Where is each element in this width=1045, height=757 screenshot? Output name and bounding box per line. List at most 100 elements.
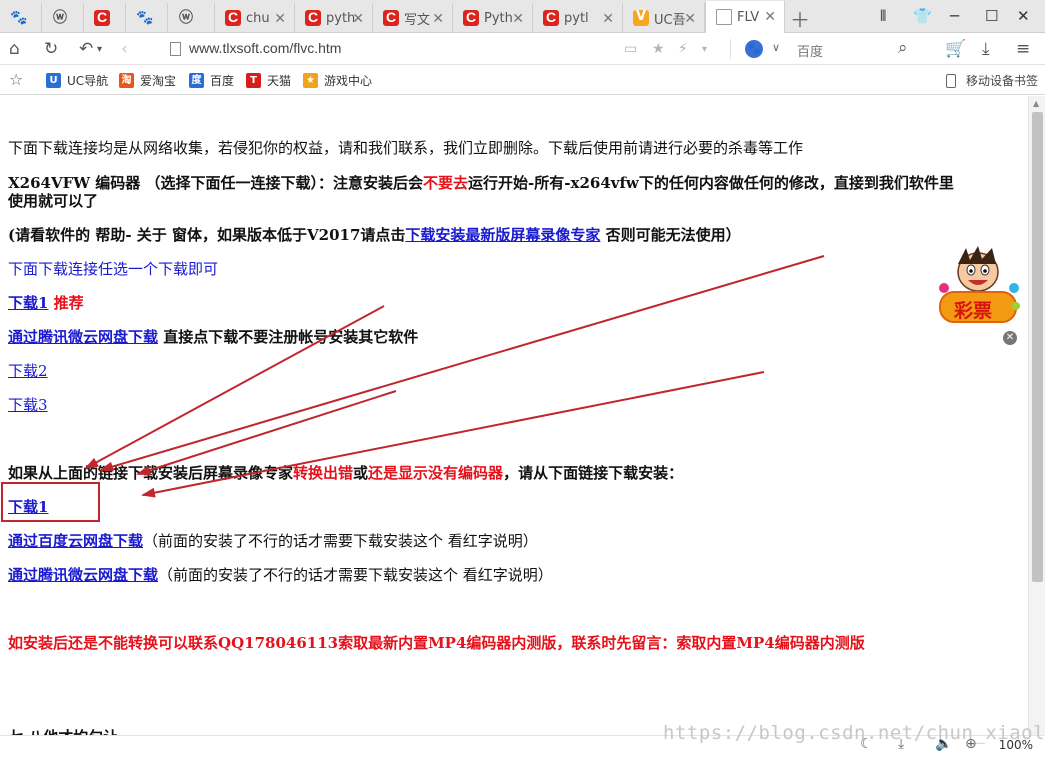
tab-12-active[interactable]: FLV ✕ (705, 1, 785, 33)
csdn-icon (94, 9, 110, 26)
speaker-icon[interactable]: 🔈 (935, 736, 952, 752)
scroll-up-icon[interactable]: ▲ (1033, 99, 1039, 108)
close-icon[interactable]: ✕ (684, 11, 696, 27)
lottery-ad[interactable]: 彩票 (936, 244, 1020, 326)
undo-icon[interactable]: ↶ (79, 39, 93, 59)
vertical-scrollbar[interactable]: ▲ (1028, 96, 1045, 736)
lightning-icon[interactable]: ⚡ (678, 41, 688, 57)
zoom-level[interactable]: 100% (999, 738, 1033, 752)
mobile-bookmarks-button[interactable]: 移动设备书签 (945, 72, 1038, 89)
minimize-button[interactable]: ─ (950, 7, 959, 25)
star-icon[interactable]: ★ (652, 41, 665, 57)
encoder-intro-cont: 使用就可以了 (8, 192, 99, 210)
page-icon (716, 9, 732, 25)
tab-label: chu (246, 10, 270, 26)
close-icon[interactable]: ✕ (432, 11, 444, 27)
bookmark-label: 天猫 (267, 74, 292, 88)
close-icon[interactable]: ✕ (352, 11, 364, 27)
tab-label: pyth (326, 10, 356, 26)
phone-icon (945, 73, 956, 88)
baidu-paw-icon[interactable]: 🐾 (745, 40, 763, 58)
tab-5[interactable]: ⓦ (168, 3, 215, 33)
download-latest-link[interactable]: 下载安装最新版屏幕录像专家 (405, 226, 600, 244)
encoder-intro: X264VFW 编码器 （选择下面任一连接下载）：注意安装后会不要去运行开始-所… (8, 174, 954, 192)
search-icon[interactable]: ⌕ (898, 38, 908, 58)
download-icon[interactable]: ⤓ (982, 39, 990, 59)
watermark: https://blog.csdn.net/chun_xiaolin001 (663, 722, 1045, 744)
baidu-pan-link[interactable]: 通过百度云网盘下载 (8, 532, 143, 550)
tencent-weiyun-link-2[interactable]: 通过腾讯微云网盘下载 (8, 566, 158, 584)
zoom-icon[interactable]: ⊕ (965, 736, 977, 752)
qq-contact-note: 如安装后还是不能转换可以联系QQ178046113索取最新内置MP4编码器内测版… (8, 634, 865, 652)
tab-3[interactable] (84, 3, 126, 33)
baidu-paw-icon: 🐾 (136, 10, 154, 26)
download-2-link[interactable]: 下载2 (8, 362, 48, 380)
download-3-link[interactable]: 下载3 (8, 396, 48, 414)
tab-4[interactable]: 🐾 (126, 3, 168, 33)
bookmark-game-center[interactable]: ★ 游戏中心 (303, 72, 372, 89)
download-1-link[interactable]: 下载1 (8, 294, 48, 312)
close-icon[interactable]: ✕ (274, 11, 286, 27)
tab-9[interactable]: Pyth✕ (453, 3, 533, 33)
reload-icon[interactable]: ↻ (44, 39, 58, 59)
home-icon[interactable]: ⌂ (9, 39, 20, 59)
new-tab-button[interactable]: ＋ (790, 4, 810, 33)
uc-icon (633, 9, 649, 26)
tencent-weiyun-link[interactable]: 通过腾讯微云网盘下载 (8, 328, 158, 346)
tab-1[interactable]: 🐾 (0, 3, 42, 33)
tab-8[interactable]: 写文✕ (373, 3, 453, 33)
help-note: (请看软件的 帮助- 关于 窗体，如果版本低于V2017请点击下载安装最新版屏幕… (8, 226, 741, 244)
tencent-row: 通过腾讯微云网盘下载 直接点下载不要注册帐号安装其它软件 (8, 328, 419, 346)
tab-6[interactable]: chu✕ (215, 3, 295, 33)
download-3-row: 下载3 (8, 394, 48, 415)
close-icon[interactable]: ✕ (602, 11, 614, 27)
night-mode-icon[interactable]: ☾ (860, 736, 873, 752)
download-status-icon[interactable]: ⤓ (898, 736, 904, 752)
bookmark-aitaobao[interactable]: 淘爱淘宝 (119, 72, 176, 89)
chevron-down-icon[interactable]: ▾ (97, 44, 102, 55)
tab-strip: 🐾 ⓦ 🐾 ⓦ chu✕ pyth✕ 写文✕ Pyth✕ pytl✕ UC吾✕ … (0, 0, 1045, 33)
scrollbar-thumb[interactable] (1032, 112, 1043, 582)
tab-10[interactable]: pytl ✕ (533, 3, 623, 33)
reader-icon[interactable]: ▭ (624, 41, 637, 57)
bookmark-uc-nav[interactable]: U UC导航 (46, 72, 108, 89)
tab-2[interactable]: ⓦ (42, 3, 84, 33)
tab-label: Pyth (484, 10, 513, 26)
tencent-row-2: 通过腾讯微云网盘下载（前面的安装了不行的话才需要下载安装这个 看红字说明） (8, 566, 553, 584)
bookmark-tmall[interactable]: T 天猫 (246, 72, 291, 89)
browser-window: 🐾 ⓦ 🐾 ⓦ chu✕ pyth✕ 写文✕ Pyth✕ pytl✕ UC吾✕ … (0, 0, 1045, 757)
url-field[interactable]: www.tlxsoft.com/flvc.htm (189, 40, 341, 56)
csdn-icon (225, 9, 241, 26)
chevron-down-icon[interactable]: ∨ (772, 41, 780, 54)
star-icon[interactable]: ☆ (9, 70, 23, 89)
taobao-icon: 淘 (119, 73, 134, 88)
skin-icon[interactable]: 👕 (913, 7, 932, 25)
sidebar-toggle-icon[interactable]: ⫴ (880, 7, 886, 25)
close-icon[interactable]: ✕ (1003, 331, 1017, 345)
chevron-down-icon[interactable]: ▾ (702, 44, 707, 55)
tab-label: UC吾 (654, 12, 686, 28)
maximize-button[interactable]: ☐ (985, 7, 998, 25)
close-icon[interactable]: ✕ (764, 9, 776, 25)
tab-label: pytl (564, 10, 589, 26)
tmall-icon: T (246, 73, 261, 88)
tab-7[interactable]: pyth✕ (295, 3, 373, 33)
search-input[interactable]: 百度 (797, 41, 823, 60)
close-window-button[interactable]: ✕ (1017, 7, 1030, 25)
highlight-box (1, 482, 100, 522)
back-icon[interactable]: ‹ (121, 39, 128, 59)
bookmark-label: UC导航 (67, 74, 109, 88)
page-viewport: 下面下载连接均是从网络收集，若侵犯你的权益，请和我们联系，我们立即删除。下载后使… (0, 96, 1028, 757)
csdn-icon (463, 9, 479, 26)
cart-icon[interactable]: 🛒 (945, 39, 966, 59)
divider (730, 39, 731, 59)
csdn-icon (383, 9, 399, 26)
tab-11[interactable]: UC吾✕ (623, 3, 705, 33)
ad-label: 彩票 (954, 300, 993, 322)
close-icon[interactable]: ✕ (512, 11, 524, 27)
baidu-paw-icon: 度 (189, 73, 204, 88)
choose-any-text: 下面下载连接任选一个下载即可 (8, 260, 219, 278)
menu-icon[interactable]: ≡ (1016, 39, 1030, 59)
mobile-bookmarks-label: 移动设备书签 (965, 74, 1038, 88)
bookmark-baidu[interactable]: 度百度 (189, 72, 234, 89)
